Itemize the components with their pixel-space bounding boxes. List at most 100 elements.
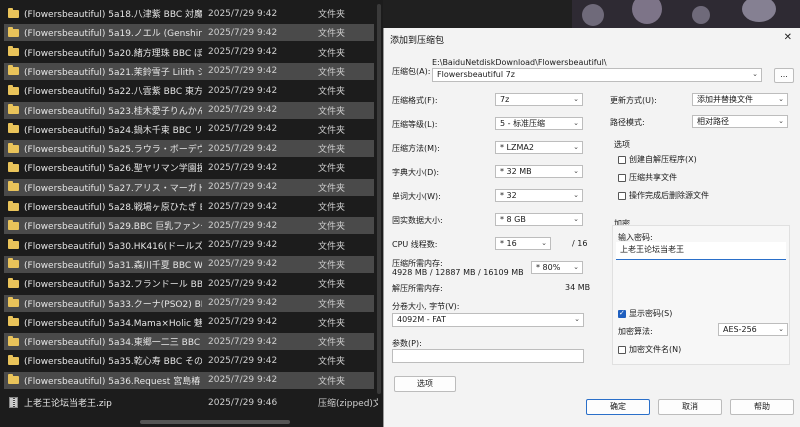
format-select[interactable]: 7z ⌄: [495, 93, 583, 106]
archive-name-combo[interactable]: Flowersbeautiful 7z ⌄: [432, 68, 762, 82]
folder-row[interactable]: (Flowersbeautiful) 5a29.BBC 巨乳ファンタジ... 20…: [4, 217, 374, 235]
file-type: 文件夹: [318, 183, 346, 194]
sfx-checkbox[interactable]: 创建自解压程序(X): [618, 154, 697, 165]
chevron-down-icon: ⌄: [573, 167, 579, 175]
folder-row[interactable]: (Flowersbeautiful) 5a19.ノエル (Genshin Im.…: [4, 24, 374, 42]
ok-button[interactable]: 确定: [586, 399, 650, 415]
folder-row[interactable]: (Flowersbeautiful) 5a30.HK416(ドールズフロ... 2…: [4, 237, 374, 254]
folder-row[interactable]: (Flowersbeautiful) 5a31.森川千夏 BBC WIXO...…: [4, 255, 374, 273]
folder-icon: [8, 142, 19, 153]
threads-select[interactable]: * 16 ⌄: [495, 237, 551, 250]
file-name: (Flowersbeautiful) 5a26.聖ヤリマン学園援交...: [24, 164, 202, 175]
shared-label: 压缩共享文件: [629, 173, 677, 182]
options-button[interactable]: 选项: [394, 376, 456, 392]
dialog-title: 添加到压缩包: [390, 36, 445, 46]
zip-file-row[interactable]: 上老王论坛当老王.zip 2025/7/29 9:46 压缩(zipped)文件: [4, 394, 378, 411]
method-select[interactable]: * LZMA2 ⌄: [495, 141, 583, 154]
params-input[interactable]: [392, 349, 584, 363]
close-icon[interactable]: ✕: [784, 32, 792, 43]
file-name: (Flowersbeautiful) 5a32.フランドール BBC 東...: [24, 280, 202, 291]
dict-select[interactable]: * 32 MB ⌄: [495, 165, 583, 178]
folder-icon: [8, 104, 19, 114]
delete-checkbox[interactable]: 操作完成后删除源文件: [618, 190, 709, 201]
file-date: 2025/7/29 9:46: [208, 397, 278, 408]
file-explorer: (Flowersbeautiful) 5a18.八津紫 BBC 対魔忍【... 2…: [0, 0, 383, 427]
file-date: 2025/7/29 9:42: [208, 220, 278, 231]
enc-method-select[interactable]: AES-256 ⌄: [718, 323, 788, 336]
solid-value: * 8 GB: [500, 215, 526, 224]
folder-row[interactable]: (Flowersbeautiful) 5a35.乾心寿 BBC その着せ... 2…: [4, 352, 374, 369]
folder-icon: [8, 26, 19, 37]
chevron-down-icon: ⌄: [778, 95, 784, 103]
folder-row[interactable]: (Flowersbeautiful) 5a18.八津紫 BBC 対魔忍【... 2…: [4, 5, 374, 22]
file-name: (Flowersbeautiful) 5a30.HK416(ドールズフロ...: [24, 241, 202, 252]
file-type: 文件夹: [318, 145, 346, 156]
word-select[interactable]: * 32 ⌄: [495, 189, 583, 202]
dict-label: 字典大小(D):: [392, 168, 440, 177]
pathmode-label: 路径模式:: [610, 118, 645, 127]
folder-row[interactable]: (Flowersbeautiful) 5a34.Mama×Holic 魅惑の..…: [4, 314, 374, 331]
archive-label: 压缩包(A):: [392, 67, 431, 76]
file-name: (Flowersbeautiful) 5a29.BBC 巨乳ファンタジ...: [24, 222, 202, 233]
file-date: 2025/7/29 9:42: [208, 124, 278, 135]
vertical-scrollbar[interactable]: [377, 4, 381, 394]
sfx-label: 创建自解压程序(X): [629, 155, 697, 164]
update-select[interactable]: 添加并替换文件 ⌄: [692, 93, 788, 106]
folder-row[interactable]: (Flowersbeautiful) 5a32.フランドール BBC 東... 2…: [4, 275, 374, 292]
folder-icon: [8, 374, 19, 385]
folder-row[interactable]: (Flowersbeautiful) 5a27.アリス・マーガトロ... 2025…: [4, 178, 374, 196]
file-type: 文件夹: [318, 318, 346, 329]
folder-row[interactable]: (Flowersbeautiful) 5a24.鍋木千束 BBC リコリ... 2…: [4, 121, 374, 138]
browse-button[interactable]: ...: [774, 68, 794, 83]
folder-row[interactable]: (Flowersbeautiful) 5a26.聖ヤリマン学園援交... 2025…: [4, 159, 374, 176]
password-input[interactable]: 上老王论坛当老王: [616, 242, 786, 260]
shared-checkbox[interactable]: 压缩共享文件: [618, 172, 677, 183]
show-password-checkbox[interactable]: 显示密码(S): [618, 308, 672, 319]
level-select[interactable]: 5 - 标准压缩 ⌄: [495, 117, 583, 130]
mem-decomp-label: 解压所需内存:: [392, 284, 443, 293]
file-name: 上老王论坛当老王.zip: [24, 399, 112, 409]
threads-value: * 16: [500, 239, 517, 248]
file-type: 文件夹: [318, 67, 346, 78]
file-type: 文件夹: [318, 241, 346, 252]
folder-row[interactable]: (Flowersbeautiful) 5a20.緒方理珠 BBC ぼくた... 2…: [4, 44, 374, 61]
file-name: (Flowersbeautiful) 5a21.茉鈴雪子 Lilith シオ..…: [24, 67, 202, 78]
folder-row[interactable]: (Flowersbeautiful) 5a21.茉鈴雪子 Lilith シオ..…: [4, 62, 374, 80]
folder-row[interactable]: (Flowersbeautiful) 5a23.桂木愛子りんかん倶... 2025…: [4, 101, 374, 119]
file-name: (Flowersbeautiful) 5a19.ノエル (Genshin Im.…: [24, 29, 202, 40]
split-combo[interactable]: 4092M - FAT ⌄: [392, 313, 584, 327]
folder-row[interactable]: (Flowersbeautiful) 5a22.八雲紫 BBC 東方Proj..…: [4, 82, 374, 99]
folder-row[interactable]: (Flowersbeautiful) 5a28.戦場ヶ原ひたぎ BBC ... 2…: [4, 198, 374, 215]
folder-icon: [8, 161, 19, 172]
folder-icon: [8, 200, 19, 211]
file-type: 文件夹: [318, 203, 346, 213]
method-value: * LZMA2: [500, 143, 534, 152]
enc-names-label: 加密文件名(N): [629, 345, 682, 354]
folder-row[interactable]: (Flowersbeautiful) 5a33.クーナ(PSO2) BBC【..…: [4, 294, 374, 312]
cancel-button[interactable]: 取消: [658, 399, 722, 415]
file-date: 2025/7/29 9:42: [208, 278, 278, 289]
file-type: 文件夹: [318, 125, 346, 136]
folder-row[interactable]: (Flowersbeautiful) 5a34.東郷一二三 BBC ベル... 2…: [4, 333, 374, 351]
file-name: (Flowersbeautiful) 5a34.Mama×Holic 魅惑の..…: [24, 318, 202, 329]
folder-row[interactable]: (Flowersbeautiful) 5a25.ラウラ・ボーデヴィ... 2025…: [4, 140, 374, 158]
help-button[interactable]: 帮助: [730, 399, 794, 415]
file-date: 2025/7/29 9:42: [208, 259, 278, 270]
solid-select[interactable]: * 8 GB ⌄: [495, 213, 583, 226]
mem-decomp-value: 34 MB: [565, 283, 591, 292]
chevron-down-icon: ⌄: [573, 215, 579, 223]
horizontal-scrollbar[interactable]: [0, 417, 383, 427]
scrollbar-thumb[interactable]: [140, 420, 290, 424]
show-password-label: 显示密码(S): [629, 309, 673, 318]
desktop-wallpaper: [572, 0, 800, 30]
enc-names-checkbox[interactable]: 加密文件名(N): [618, 344, 681, 355]
threads-label: CPU 线程数:: [392, 240, 438, 249]
format-label: 压缩格式(F):: [392, 96, 438, 105]
chevron-down-icon: ⌄: [573, 119, 579, 127]
chevron-down-icon: ⌄: [778, 325, 784, 333]
pathmode-select[interactable]: 相对路径 ⌄: [692, 115, 788, 128]
pathmode-value: 相对路径: [697, 117, 729, 126]
folder-row[interactable]: (Flowersbeautiful) 5a36.Request 宮島椿 - 健.…: [4, 371, 374, 389]
checkbox-box: [618, 173, 626, 182]
mem-pct-select[interactable]: * 80% ⌄: [531, 261, 583, 274]
